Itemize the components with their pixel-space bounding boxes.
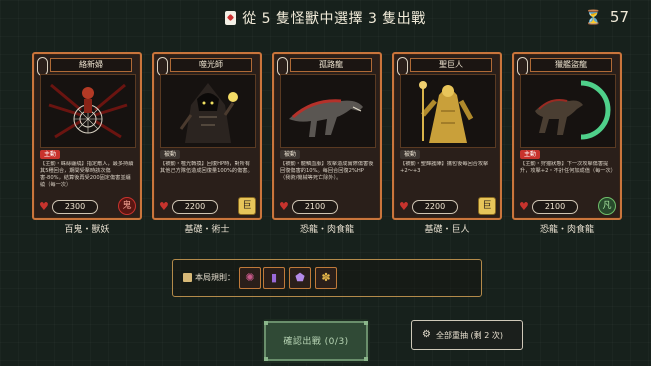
skill-type-tag: 主動 bbox=[40, 150, 61, 159]
faction-emblem-icon: 鬼 bbox=[118, 197, 136, 215]
scroll-icon bbox=[183, 273, 192, 282]
skill-description: 【主動・狩獵狀態】下一次攻擊傷害提升，攻擊+2・不計任何加成值（每一次） bbox=[520, 161, 614, 174]
skill-type-tag: 被動 bbox=[160, 150, 181, 159]
monster-class-caption: 基礎・術士 bbox=[184, 225, 230, 235]
title-text: 從 5 隻怪獸中選擇 3 隻出戰 bbox=[242, 11, 426, 27]
monster-class-caption: 恐龍・肉食龍 bbox=[299, 225, 354, 235]
monster-card-4[interactable]: 聖巨人 被動 【被動・聖輝護陣】攜包後每回合攻擊+2～+3 ♥ 2200 巨 bbox=[392, 52, 502, 220]
header: 從 5 隻怪獸中選擇 3 隻出戰 ⏳ 57 bbox=[0, 8, 651, 30]
page-title: 從 5 隻怪獸中選擇 3 隻出戰 bbox=[0, 8, 651, 28]
spider-woman-art bbox=[41, 75, 135, 147]
faction-emblem-icon: 巨 bbox=[478, 197, 496, 215]
holy-giant-art bbox=[401, 75, 495, 147]
skill-description: 【被動・龍鱗血脈】攻擊造成實際傷害後回復傷害的10%。每回合回復2%HP（我術/… bbox=[280, 161, 374, 181]
shrine-rule-icon[interactable]: ▮ bbox=[263, 267, 285, 289]
confirm-battle-button[interactable]: 確認出戰 (0/3) bbox=[264, 321, 368, 361]
beast-rule-icon[interactable]: ✺ bbox=[239, 267, 261, 289]
raptor-art bbox=[521, 75, 615, 147]
monster-name: 聖巨人 bbox=[410, 58, 492, 72]
hourglass-icon: ⏳ bbox=[584, 10, 602, 26]
reroll-all-button[interactable]: ⚙ 全部重抽 (剩 2 次) bbox=[411, 320, 523, 350]
heart-icon: ♥ bbox=[279, 200, 289, 213]
playing-card-icon bbox=[225, 11, 237, 25]
hp-value: 2100 bbox=[292, 200, 338, 214]
monster-art bbox=[280, 74, 376, 148]
gear-icon: ⚙ bbox=[422, 329, 431, 340]
heart-icon: ♥ bbox=[39, 200, 49, 213]
monster-class-caption: 百鬼・獸妖 bbox=[64, 225, 110, 235]
reroll-label: 全部重抽 (剩 2 次) bbox=[436, 331, 503, 340]
hp-value: 2200 bbox=[412, 200, 458, 214]
hp-value: 2200 bbox=[172, 200, 218, 214]
hp-value: 2100 bbox=[532, 200, 578, 214]
heart-icon: ♥ bbox=[399, 200, 409, 213]
monster-class-caption: 恐龍・肉食龍 bbox=[539, 225, 594, 235]
monster-name: 獵艦盜龍 bbox=[530, 58, 612, 72]
skill-description: 【被動・聖輝護陣】攜包後每回合攻擊+2～+3 bbox=[400, 161, 489, 174]
monster-name: 孤路龍 bbox=[290, 58, 372, 72]
timer-value: 57 bbox=[609, 8, 629, 26]
dinosaur-art bbox=[281, 75, 375, 147]
skill-type-tag: 被動 bbox=[280, 150, 301, 159]
skill-type-tag: 主動 bbox=[520, 150, 541, 159]
round-rules-panel: 本局規則： ✺ ▮ ⬟ ✽ bbox=[172, 259, 482, 297]
light-eater-art bbox=[161, 75, 255, 147]
skill-description: 【被動・噬光轉換】回復HP時，對所有其他己方隊伍造成回復量100%的傷害。 bbox=[160, 161, 253, 174]
monster-art bbox=[400, 74, 496, 148]
skill-description: 【主動・蛛絲纏繞】指定敵人，最多持續其5種回合，期間受擊時該次傷害-80%，結算… bbox=[40, 161, 134, 188]
shield-rule-icon[interactable]: ⬟ bbox=[289, 267, 311, 289]
heart-icon: ♥ bbox=[519, 200, 529, 213]
rules-label: 本局規則： bbox=[195, 273, 235, 282]
monster-art bbox=[160, 74, 256, 148]
monster-card-1[interactable]: 絡新婦 主動 【主動・蛛絲纏繞】指定敵人，最多持續其5種回合，期間受擊時該次傷害… bbox=[32, 52, 142, 220]
monster-class-caption: 基礎・巨人 bbox=[424, 225, 470, 235]
monster-name: 噬光師 bbox=[170, 58, 252, 72]
confirm-label: 確認出戰 (0/3) bbox=[283, 337, 349, 347]
button-corner bbox=[364, 321, 368, 325]
heart-icon: ♥ bbox=[159, 200, 169, 213]
countdown-timer: ⏳ 57 bbox=[584, 8, 629, 26]
faction-emblem-icon: 巨 bbox=[238, 197, 256, 215]
paw-rule-icon[interactable]: ✽ bbox=[315, 267, 337, 289]
skill-type-tag: 被動 bbox=[400, 150, 421, 159]
monster-card-5[interactable]: 獵艦盜龍 主動 【主動・狩獵狀態】下一次攻擊傷害提升，攻擊+2・不計任何加成值（… bbox=[512, 52, 622, 220]
button-corner bbox=[264, 321, 268, 325]
button-corner bbox=[264, 357, 268, 361]
monster-card-2[interactable]: 噬光師 被動 【被動・噬光轉換】回復HP時，對所有其他己方隊伍造成回復量100%… bbox=[152, 52, 262, 220]
faction-emblem-icon: 凡 bbox=[598, 197, 616, 215]
monster-name: 絡新婦 bbox=[50, 58, 132, 72]
monster-card-3[interactable]: 孤路龍 被動 【被動・龍鱗血脈】攻擊造成實際傷害後回復傷害的10%。每回合回復2… bbox=[272, 52, 382, 220]
monster-art bbox=[40, 74, 136, 148]
monster-art bbox=[520, 74, 616, 148]
hp-value: 2300 bbox=[52, 200, 98, 214]
button-corner bbox=[364, 357, 368, 361]
